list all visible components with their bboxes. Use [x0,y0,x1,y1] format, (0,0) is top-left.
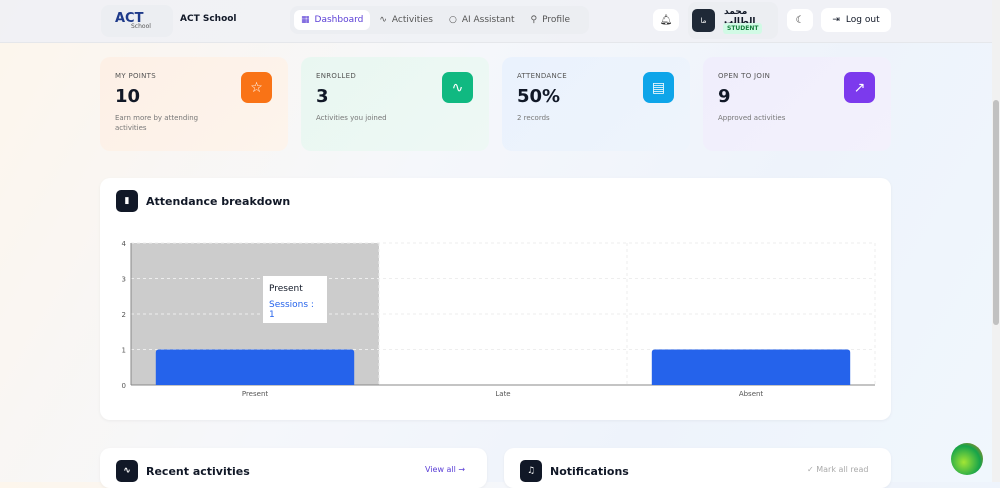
panel-title: Recent activities [146,464,250,478]
tooltip-value: Sessions : 1 [269,300,314,320]
bell-icon: ♫ [520,460,542,482]
x-tick-label: Late [495,390,510,398]
mark-all-read-button[interactable]: ✓ Mark all read [807,465,868,474]
y-tick-label: 2 [122,311,126,319]
view-all-link[interactable]: View all → [425,465,465,474]
tooltip-title: Present [269,284,303,294]
y-tick-label: 4 [122,240,127,248]
recent-activities-panel: ∿ Recent activities View all → [100,448,487,488]
panel-title: Notifications [550,464,629,478]
assistant-fab[interactable] [951,443,983,475]
scrollbar[interactable] [992,0,1000,482]
y-tick-label: 1 [122,347,126,355]
notifications-panel: ♫ Notifications ✓ Mark all read [504,448,891,488]
y-tick-label: 0 [122,382,126,390]
attendance-chart: 0 1 2 3 4 Present Late Absent [122,240,876,398]
activity-icon: ∿ [116,460,138,482]
bar-present [155,349,355,385]
bar-absent [651,349,851,385]
scrollbar-thumb[interactable] [993,100,999,325]
chart-tooltip: Present Sessions : 1 [262,275,328,324]
y-tick-label: 3 [122,276,126,284]
x-tick-label: Absent [739,390,764,398]
x-tick-label: Present [242,390,269,398]
